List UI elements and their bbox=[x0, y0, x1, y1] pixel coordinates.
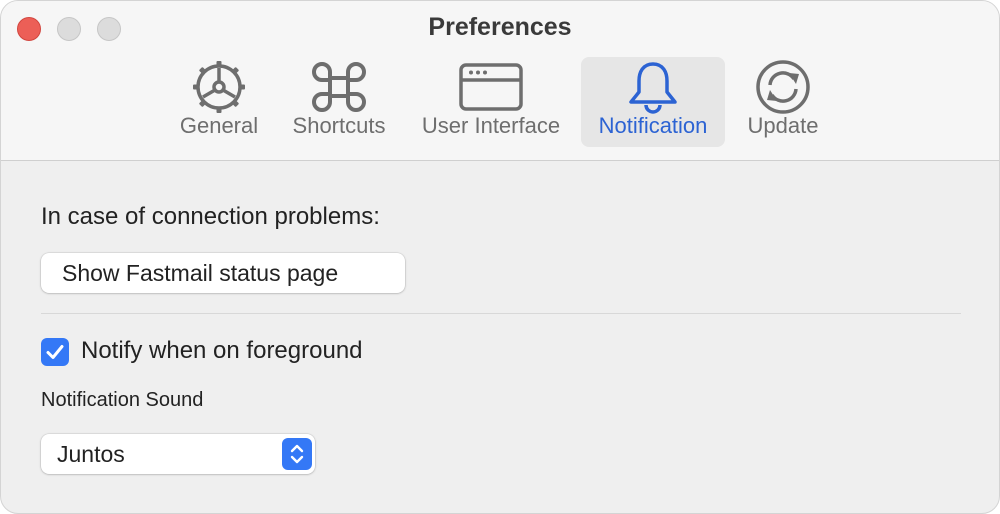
connection-problems-heading: In case of connection problems: bbox=[41, 203, 380, 230]
tab-update[interactable]: Update bbox=[737, 57, 829, 147]
notify-foreground-label[interactable]: Notify when on foreground bbox=[81, 337, 363, 365]
notification-sound-select[interactable]: Juntos bbox=[41, 434, 315, 474]
tab-general[interactable]: General bbox=[171, 57, 267, 147]
command-key-icon bbox=[311, 57, 367, 117]
notification-sound-label: Notification Sound bbox=[41, 389, 204, 411]
tab-user-interface-label: User Interface bbox=[421, 113, 561, 138]
toolbar: Preferences General Shortcuts User Inter… bbox=[1, 1, 999, 161]
notify-foreground-checkbox[interactable] bbox=[41, 338, 69, 366]
select-arrows-icon bbox=[282, 438, 312, 470]
tab-user-interface[interactable]: User Interface bbox=[409, 57, 573, 147]
notification-sound-value: Juntos bbox=[57, 440, 125, 467]
checkmark-icon bbox=[46, 345, 64, 359]
gear-icon bbox=[192, 57, 246, 117]
bell-icon bbox=[626, 57, 680, 117]
preferences-window: Preferences General Shortcuts User Inter… bbox=[0, 0, 1000, 514]
tab-shortcuts-label: Shortcuts bbox=[292, 113, 386, 138]
window-title: Preferences bbox=[428, 13, 572, 41]
tab-notification-label: Notification bbox=[598, 113, 708, 138]
tab-general-label: General bbox=[179, 113, 259, 138]
tab-notification[interactable]: Notification bbox=[581, 57, 725, 147]
show-status-page-button[interactable]: Show Fastmail status page bbox=[41, 253, 405, 293]
window-icon bbox=[458, 57, 524, 117]
refresh-icon bbox=[755, 57, 811, 117]
tab-update-label: Update bbox=[747, 113, 819, 138]
tab-shortcuts[interactable]: Shortcuts bbox=[283, 57, 395, 147]
divider bbox=[41, 313, 961, 314]
